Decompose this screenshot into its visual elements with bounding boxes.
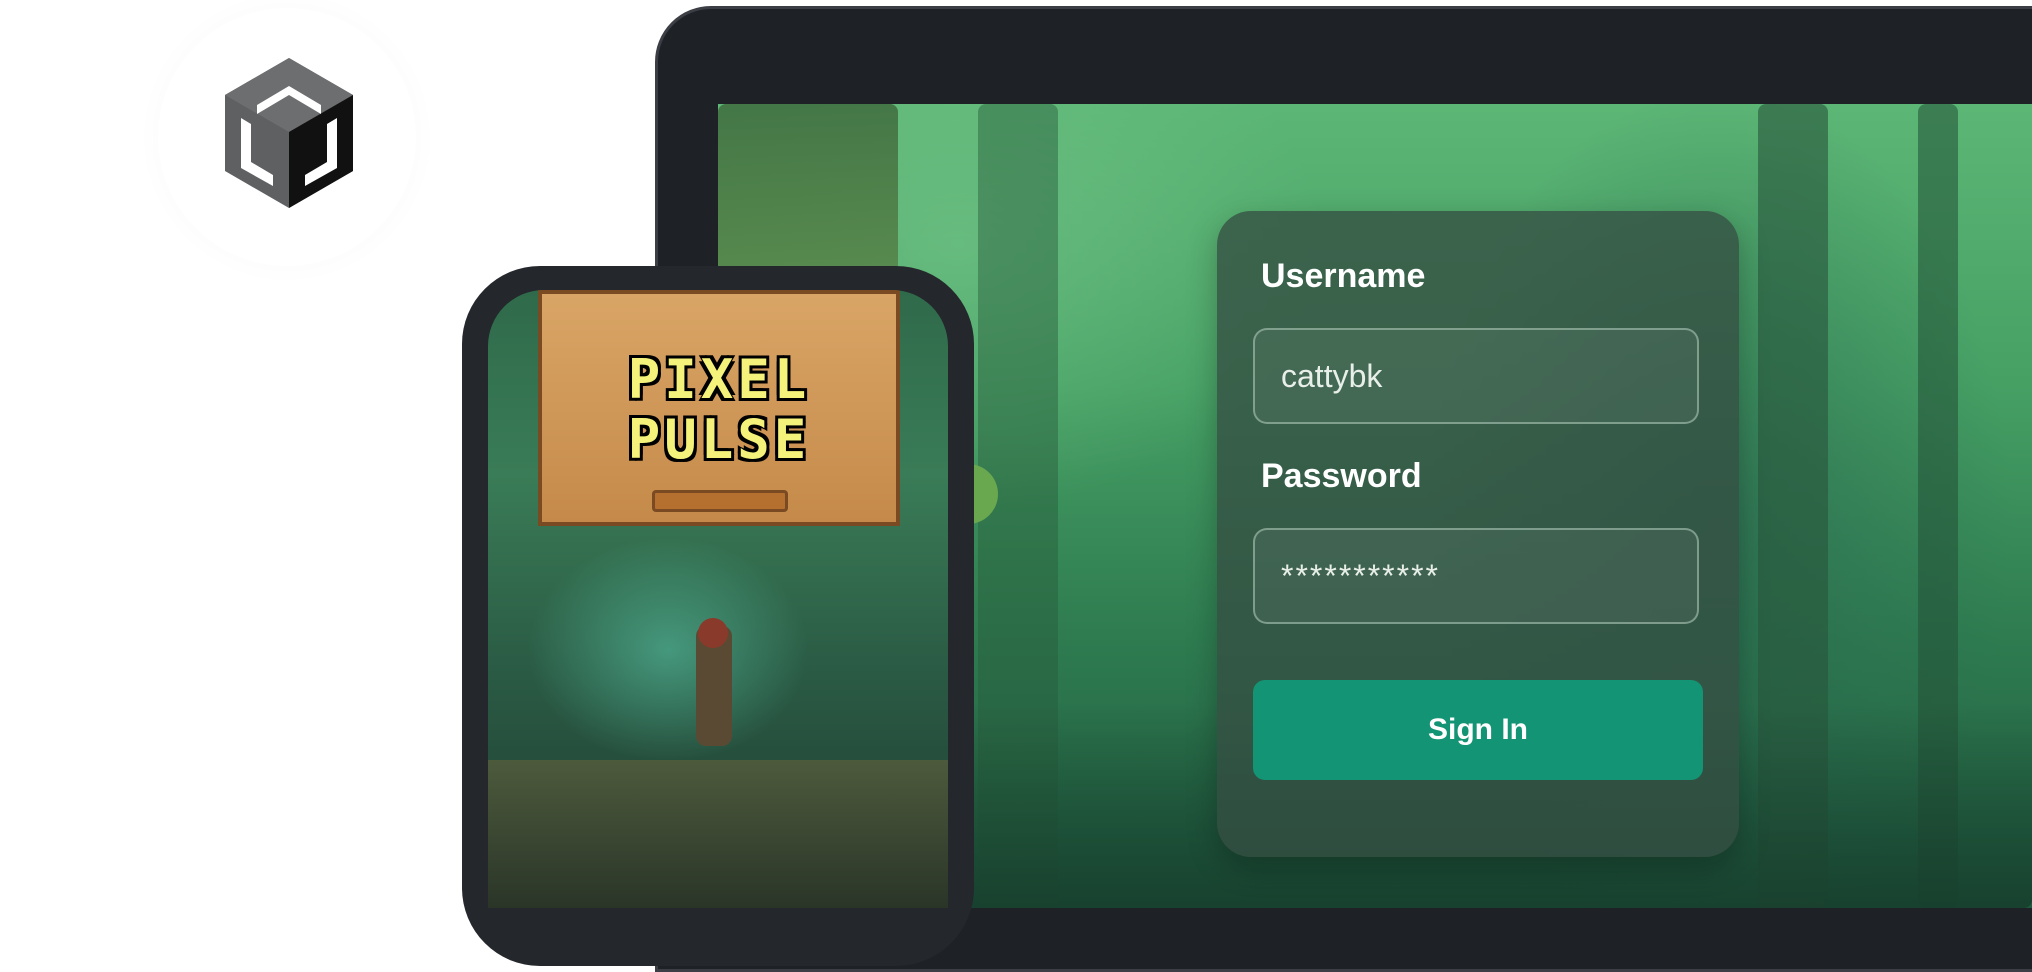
game-title-sign: PIXEL PULSE (538, 290, 900, 526)
stone-steps (488, 760, 948, 908)
password-label: Password (1261, 457, 1422, 495)
brand-logo-badge (158, 8, 416, 266)
login-card: Username cattybk Password *********** Si… (1217, 211, 1739, 857)
sign-plank (652, 490, 788, 512)
unity-cube-icon (225, 58, 353, 208)
game-title-line1: PIXEL (627, 348, 811, 411)
phone-screen-game-art: PIXEL PULSE (488, 290, 948, 908)
password-field[interactable]: *********** (1253, 528, 1699, 624)
username-label: Username (1261, 257, 1426, 295)
username-field[interactable]: cattybk (1253, 328, 1699, 424)
game-title-line2: PULSE (627, 408, 811, 471)
adventurer-head (698, 618, 728, 648)
sign-in-button[interactable]: Sign In (1253, 680, 1703, 780)
